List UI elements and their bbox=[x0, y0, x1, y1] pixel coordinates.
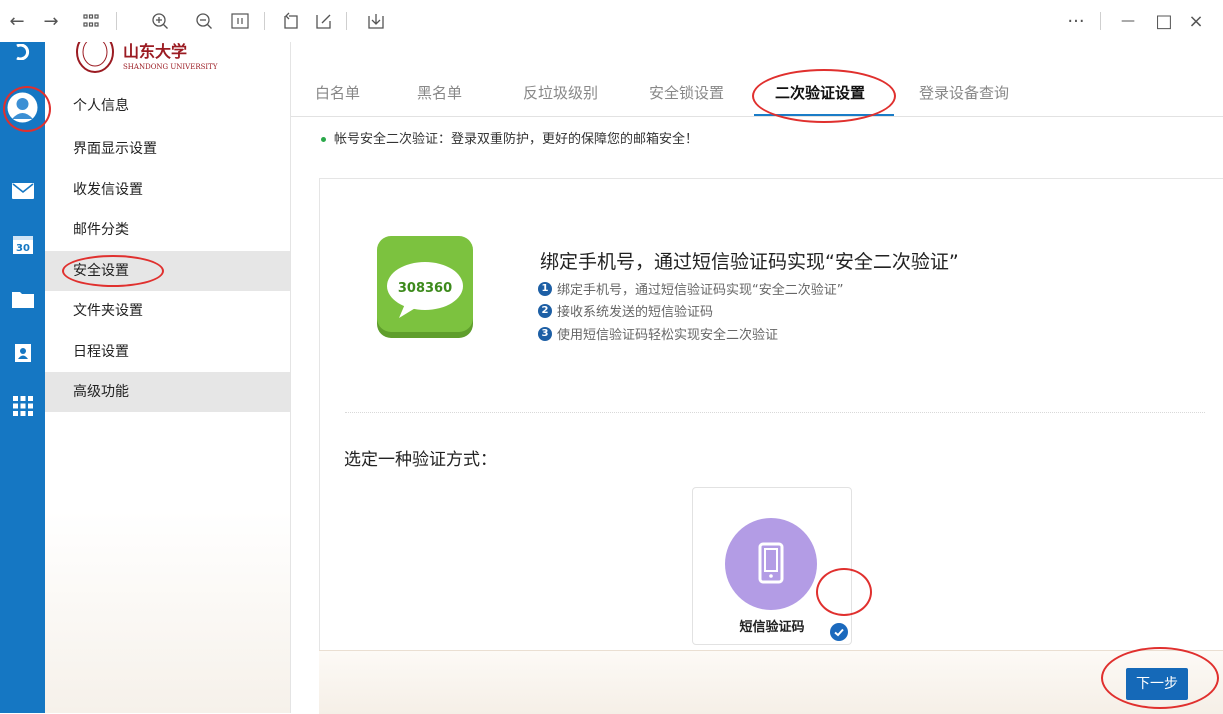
step-text: 接收系统发送的短信验证码 bbox=[557, 305, 714, 320]
refresh-icon[interactable] bbox=[9, 38, 36, 65]
university-logo: 山东大学 SHANDONG UNIVERSITY bbox=[75, 31, 235, 74]
sidebar-item-label: 文件夹设置 bbox=[73, 303, 143, 319]
svg-text:308360: 308360 bbox=[398, 281, 452, 296]
contacts-icon[interactable] bbox=[9, 339, 36, 366]
bullet-dot bbox=[321, 137, 326, 142]
verification-panel: 308360 绑定手机号，通过短信验证码实现“安全二次验证” 1 绑定手机号，通过… bbox=[319, 178, 1223, 714]
tab-blacklist[interactable]: 黑名单 bbox=[417, 82, 462, 103]
zoom-out-icon[interactable] bbox=[192, 8, 216, 34]
sidebar-item-mail-category[interactable]: 邮件分类 bbox=[45, 210, 290, 250]
action-bar bbox=[319, 650, 1223, 714]
step-item: 2 接收系统发送的短信验证码 bbox=[538, 301, 713, 320]
forward-icon[interactable]: → bbox=[40, 8, 62, 34]
main-content: 白名单 黑名单 反垃圾级别 安全锁设置 二次验证设置 登录设备查询 帐号安全二次… bbox=[291, 42, 1223, 714]
sidebar-item-profile[interactable]: 个人信息 bbox=[45, 86, 290, 126]
sidebar-item-send-receive[interactable]: 收发信设置 bbox=[45, 170, 290, 210]
tab-anti-spam[interactable]: 反垃圾级别 bbox=[523, 82, 598, 103]
toolbar-divider bbox=[116, 12, 117, 30]
selected-check-icon bbox=[830, 623, 848, 641]
annotation-circle bbox=[1101, 647, 1219, 709]
actual-size-icon[interactable] bbox=[228, 8, 252, 34]
sidebar-item-label: 日程设置 bbox=[73, 344, 129, 360]
more-icon[interactable]: ··· bbox=[1064, 8, 1088, 34]
notice-text: 帐号安全二次验证：登录双重防护，更好的保障您的邮箱安全！ bbox=[334, 132, 699, 147]
tab-login-devices[interactable]: 登录设备查询 bbox=[919, 82, 1009, 103]
rotate-icon[interactable] bbox=[278, 8, 302, 34]
toolbar-divider bbox=[264, 12, 265, 30]
toolbar-divider bbox=[1100, 12, 1101, 30]
tab-security-lock[interactable]: 安全锁设置 bbox=[649, 82, 724, 103]
minimize-icon[interactable]: — bbox=[1116, 8, 1140, 34]
intro-heading: 绑定手机号，通过短信验证码实现“安全二次验证” bbox=[540, 251, 959, 273]
svg-text:山东大学: 山东大学 bbox=[123, 42, 187, 61]
step-number: 3 bbox=[538, 326, 552, 341]
sidebar-item-label: 高级功能 bbox=[73, 384, 129, 400]
annotation-circle bbox=[3, 86, 51, 132]
sms-verification-option[interactable]: 短信验证码 bbox=[692, 487, 852, 645]
sidebar-item-label: 界面显示设置 bbox=[73, 141, 157, 157]
step-text: 绑定手机号，通过短信验证码实现“安全二次验证” bbox=[557, 283, 844, 298]
apps-grid-icon[interactable] bbox=[9, 392, 36, 419]
step-number: 1 bbox=[538, 281, 552, 296]
mail-icon[interactable] bbox=[9, 177, 36, 204]
settings-sidebar: 山东大学 SHANDONG UNIVERSITY 个人信息 界面显示设置 收发信… bbox=[45, 31, 291, 713]
sidebar-item-folders[interactable]: 文件夹设置 bbox=[45, 291, 290, 331]
annotation-circle bbox=[816, 568, 872, 616]
sms-code-illustration: 308360 bbox=[375, 234, 475, 339]
sidebar-item-label: 收发信设置 bbox=[73, 182, 143, 198]
browser-toolbar: ← → ··· — □ × bbox=[0, 0, 1223, 42]
annotation-circle bbox=[62, 255, 164, 287]
download-icon[interactable] bbox=[364, 8, 388, 34]
sidebar-item-label: 个人信息 bbox=[73, 98, 129, 114]
security-notice: 帐号安全二次验证：登录双重防护，更好的保障您的邮箱安全！ bbox=[321, 128, 698, 147]
sidebar-item-display[interactable]: 界面显示设置 bbox=[45, 129, 290, 169]
sidebar-item-schedule[interactable]: 日程设置 bbox=[45, 332, 290, 372]
tab-whitelist[interactable]: 白名单 bbox=[315, 82, 360, 103]
step-item: 1 绑定手机号，通过短信验证码实现“安全二次验证” bbox=[538, 279, 843, 298]
close-icon[interactable]: × bbox=[1184, 8, 1208, 34]
maximize-icon[interactable]: □ bbox=[1152, 8, 1176, 34]
grid-icon[interactable] bbox=[80, 8, 102, 34]
method-prompt: 选定一种验证方式： bbox=[344, 450, 497, 470]
step-number: 2 bbox=[538, 303, 552, 318]
app-rail: 30 bbox=[0, 42, 45, 713]
calendar-icon[interactable]: 30 bbox=[9, 230, 36, 257]
zoom-in-icon[interactable] bbox=[148, 8, 172, 34]
svg-text:SHANDONG UNIVERSITY: SHANDONG UNIVERSITY bbox=[123, 63, 218, 71]
dotted-divider bbox=[345, 412, 1205, 413]
back-icon[interactable]: ← bbox=[6, 8, 28, 34]
step-text: 使用短信验证码轻松实现安全二次验证 bbox=[557, 328, 779, 343]
folder-icon[interactable] bbox=[9, 285, 36, 312]
sidebar-item-advanced[interactable]: 高级功能 bbox=[45, 372, 290, 412]
sidebar-item-label: 邮件分类 bbox=[73, 222, 129, 238]
toolbar-divider bbox=[346, 12, 347, 30]
option-label: 短信验证码 bbox=[739, 620, 805, 635]
svg-text:30: 30 bbox=[16, 243, 30, 254]
annotation-circle bbox=[752, 69, 896, 123]
step-item: 3 使用短信验证码轻松实现安全二次验证 bbox=[538, 324, 778, 343]
edit-icon[interactable] bbox=[312, 8, 336, 34]
phone-icon bbox=[725, 518, 817, 610]
